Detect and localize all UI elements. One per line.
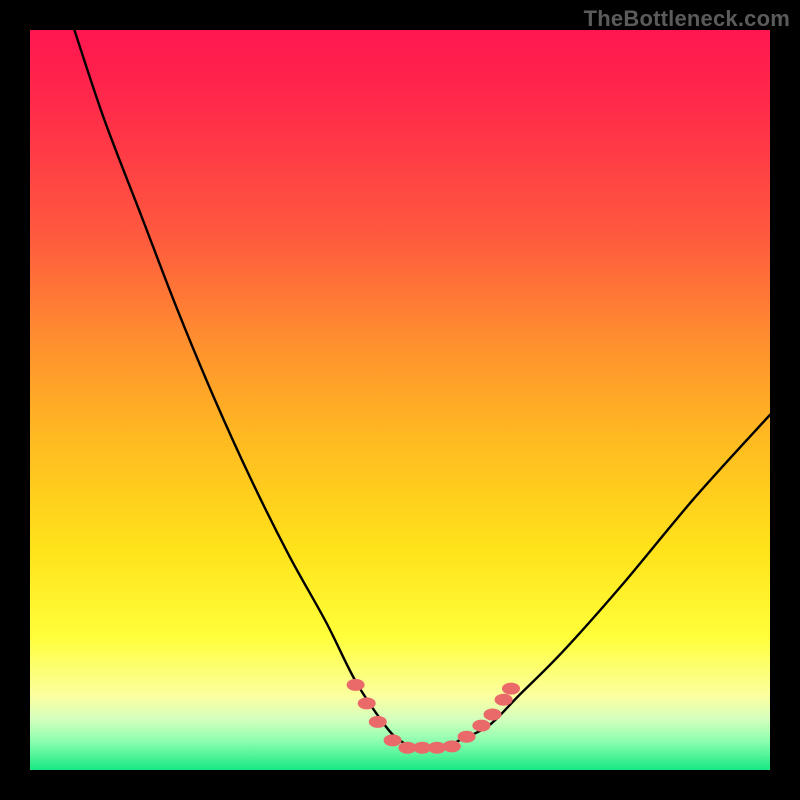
outer-frame: TheBottleneck.com bbox=[0, 0, 800, 800]
curve-marker bbox=[347, 679, 365, 691]
curve-marker bbox=[369, 716, 387, 728]
bottleneck-curve bbox=[74, 30, 770, 748]
plot-area bbox=[30, 30, 770, 770]
curve-markers bbox=[347, 679, 520, 754]
attribution-text: TheBottleneck.com bbox=[584, 6, 790, 32]
curve-marker bbox=[472, 720, 490, 732]
curve-marker bbox=[358, 697, 376, 709]
curve-marker bbox=[458, 731, 476, 743]
curve-marker bbox=[495, 694, 513, 706]
chart-svg bbox=[30, 30, 770, 770]
curve-marker bbox=[443, 740, 461, 752]
curve-marker bbox=[502, 683, 520, 695]
curve-marker bbox=[484, 709, 502, 721]
curve-marker bbox=[384, 734, 402, 746]
